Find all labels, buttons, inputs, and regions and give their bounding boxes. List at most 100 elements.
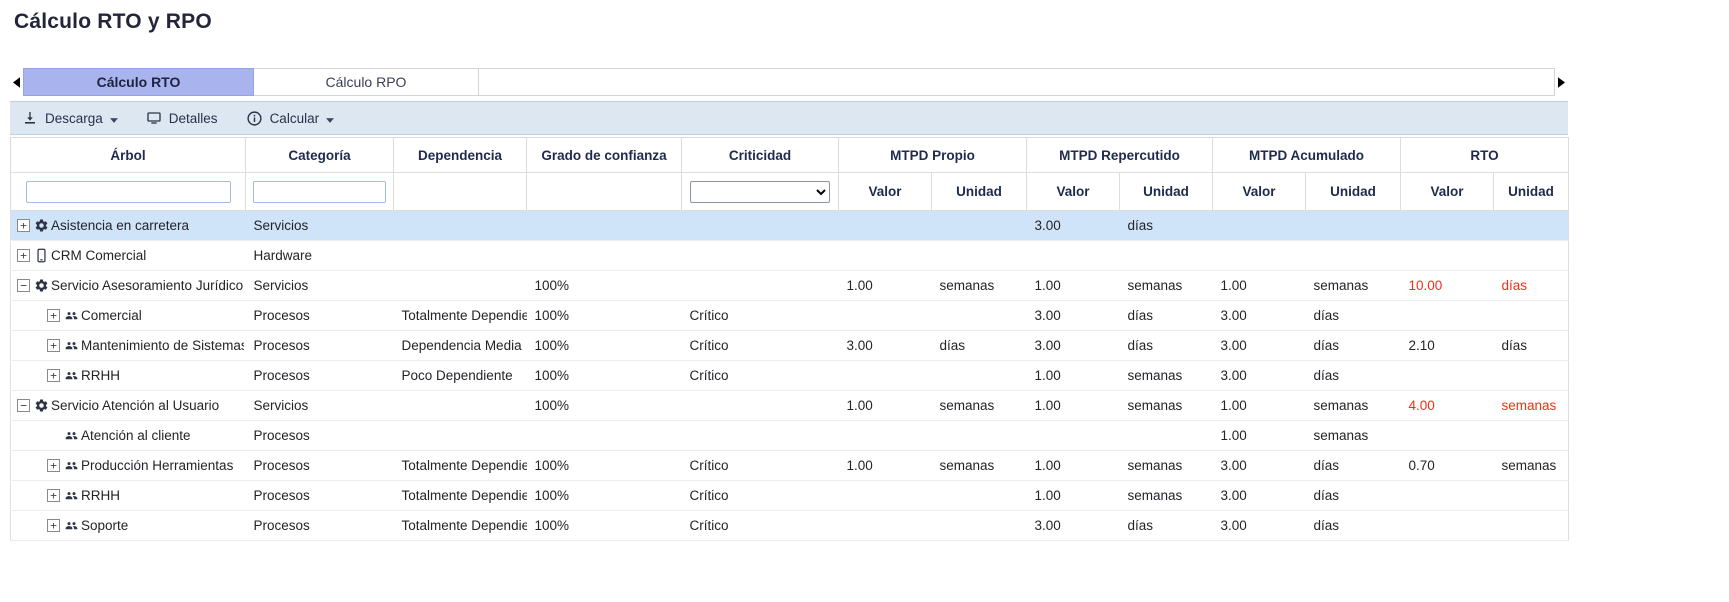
table-row[interactable]: + RRHH Procesos Poco Dependiente 100% Cr… [11,361,1569,391]
people-icon [64,368,79,383]
table-row[interactable]: + Asistencia en carretera Servicios 3.00… [11,211,1569,241]
cell-rto-valor: 10.00 [1401,271,1494,301]
cell-rto-valor [1401,421,1494,451]
cell-mtpd-acumulado-unidad [1306,211,1401,241]
categoria-filter-input[interactable] [253,181,386,203]
subheader-propio-unidad[interactable]: Unidad [932,173,1027,211]
table-row[interactable]: + Producción Herramientas Procesos Total… [11,451,1569,481]
cell-mtpd-acumulado-valor: 3.00 [1213,511,1306,541]
cell-mtpd-propio-unidad: días [932,331,1027,361]
cell-mtpd-acumulado-unidad [1306,241,1401,271]
cell-mtpd-acumulado-unidad: días [1306,331,1401,361]
expand-toggle[interactable]: + [47,459,60,472]
criticidad-filter-select[interactable] [690,181,830,203]
column-header-grado-confianza[interactable]: Grado de confianza [527,138,682,173]
categoria-filter-cell [246,173,394,211]
tab-scroll-right-button[interactable] [1555,68,1568,96]
cell-mtpd-acumulado-valor [1213,211,1306,241]
chevron-down-icon [110,111,118,126]
subheader-repercutido-valor[interactable]: Valor [1027,173,1120,211]
download-button[interactable]: Descarga [22,110,118,126]
expand-toggle[interactable]: + [47,519,60,532]
cell-mtpd-propio-unidad [932,301,1027,331]
cell-criticidad [682,211,839,241]
cell-rto-unidad [1494,361,1569,391]
table-row[interactable]: + RRHH Procesos Totalmente Dependiente 1… [11,481,1569,511]
tree-node-label: Servicio Asesoramiento Jurídico [51,278,243,293]
people-icon [64,488,79,503]
column-header-mtpd-repercutido[interactable]: MTPD Repercutido [1027,138,1213,173]
subheader-rto-valor[interactable]: Valor [1401,173,1494,211]
column-header-criticidad[interactable]: Criticidad [682,138,839,173]
cell-mtpd-repercutido-valor: 3.00 [1027,301,1120,331]
cell-grado-confianza [527,421,682,451]
table-row[interactable]: + Comercial Procesos Totalmente Dependie… [11,301,1569,331]
tab-scroll-left-button[interactable] [10,68,23,96]
cell-mtpd-acumulado-unidad: días [1306,511,1401,541]
calculate-button-label: Calcular [270,111,320,126]
cell-mtpd-acumulado-valor: 1.00 [1213,271,1306,301]
column-header-dependencia[interactable]: Dependencia [394,138,527,173]
subheader-acumulado-unidad[interactable]: Unidad [1306,173,1401,211]
column-header-arbol[interactable]: Árbol [11,138,246,173]
calculate-button[interactable]: Calcular [246,110,335,127]
expand-toggle[interactable]: + [47,369,60,382]
cell-mtpd-propio-valor [839,481,932,511]
expand-toggle[interactable]: + [47,309,60,322]
arbol-filter-input[interactable] [26,181,231,203]
cell-mtpd-propio-unidad: semanas [932,271,1027,301]
cell-categoria: Procesos [246,481,394,511]
table-row[interactable]: − Servicio Asesoramiento Jurídico Servic… [11,271,1569,301]
cell-rto-unidad [1494,301,1569,331]
column-header-mtpd-acumulado[interactable]: MTPD Acumulado [1213,138,1401,173]
column-header-categoria[interactable]: Categoría [246,138,394,173]
cell-categoria: Servicios [246,211,394,241]
table-row[interactable]: Atención al cliente Procesos 1.00 semana… [11,421,1569,451]
table-row[interactable]: + Soporte Procesos Totalmente Dependient… [11,511,1569,541]
cell-rto-unidad [1494,241,1569,271]
cell-mtpd-acumulado-unidad: días [1306,451,1401,481]
cell-categoria: Procesos [246,301,394,331]
cell-rto-unidad: semanas [1494,451,1569,481]
table-row[interactable]: − Servicio Atención al Usuario Servicios… [11,391,1569,421]
collapse-toggle[interactable]: − [17,279,30,292]
table-row[interactable]: + CRM Comercial Hardware [11,241,1569,271]
column-header-mtpd-propio[interactable]: MTPD Propio [839,138,1027,173]
cell-mtpd-propio-unidad [932,361,1027,391]
cell-mtpd-repercutido-valor: 1.00 [1027,391,1120,421]
expand-toggle[interactable]: + [17,219,30,232]
tab-calculo-rto[interactable]: Cálculo RTO [23,68,254,96]
subheader-propio-valor[interactable]: Valor [839,173,932,211]
tab-calculo-rpo[interactable]: Cálculo RPO [254,68,479,96]
table-row[interactable]: + Mantenimiento de Sistemas Procesos Dep… [11,331,1569,361]
cell-mtpd-propio-valor: 1.00 [839,391,932,421]
cell-mtpd-acumulado-valor: 1.00 [1213,421,1306,451]
cell-mtpd-repercutido-valor: 1.00 [1027,271,1120,301]
details-button[interactable]: Detalles [146,110,218,126]
cell-mtpd-repercutido-valor [1027,421,1120,451]
cell-rto-unidad [1494,481,1569,511]
cell-rto-valor: 0.70 [1401,451,1494,481]
expand-toggle[interactable]: + [17,249,30,262]
cell-dependencia: Totalmente Dependiente [394,301,527,331]
cell-grado-confianza: 100% [527,301,682,331]
subheader-repercutido-unidad[interactable]: Unidad [1120,173,1213,211]
cell-rto-valor [1401,301,1494,331]
subheader-acumulado-valor[interactable]: Valor [1213,173,1306,211]
expand-toggle[interactable]: + [47,489,60,502]
cell-categoria: Procesos [246,361,394,391]
expand-toggle[interactable]: + [47,339,60,352]
tree-node-label: CRM Comercial [51,248,146,263]
cell-mtpd-acumulado-valor: 3.00 [1213,481,1306,511]
details-button-label: Detalles [169,111,218,126]
gear-icon [34,278,49,293]
cell-mtpd-propio-valor: 3.00 [839,331,932,361]
subheader-rto-unidad[interactable]: Unidad [1494,173,1569,211]
rto-rpo-panel: Cálculo RTO Cálculo RPO Descarga Detalle… [10,68,1568,541]
cell-rto-valor: 2.10 [1401,331,1494,361]
collapse-toggle[interactable]: − [17,399,30,412]
hardware-icon [34,248,49,263]
column-header-rto[interactable]: RTO [1401,138,1569,173]
tree-node-label: Producción Herramientas [81,458,233,473]
cell-mtpd-propio-valor [839,361,932,391]
